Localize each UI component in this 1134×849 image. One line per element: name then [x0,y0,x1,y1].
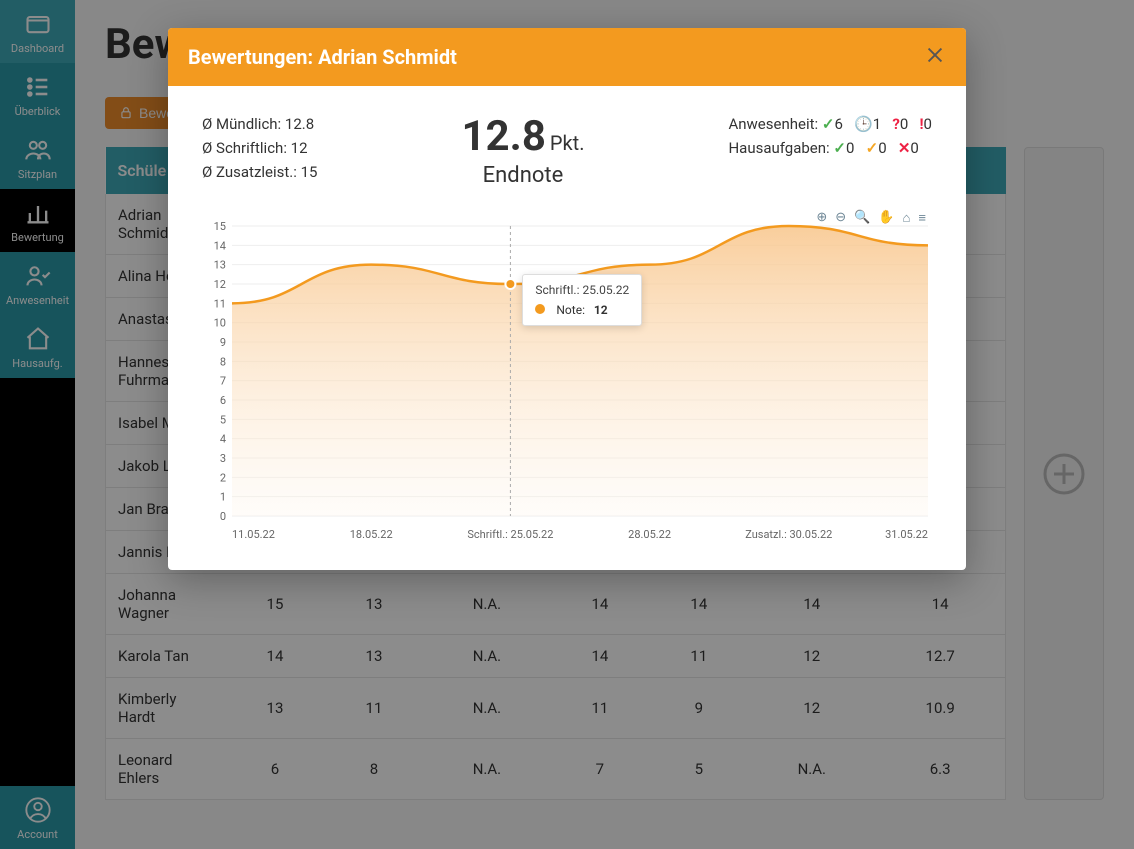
svg-text:11: 11 [214,297,226,310]
svg-text:13: 13 [214,259,226,272]
svg-text:14: 14 [214,239,226,252]
svg-text:1: 1 [220,491,226,504]
close-icon [924,44,946,66]
anwesenheit-label: Anwesenheit: [728,115,818,133]
menu-button[interactable]: ≡ [918,210,926,226]
hausaufgaben-label: Hausaufgaben: [728,139,829,157]
question-icon: ? [885,115,900,133]
modal-title: Bewertungen: Adrian Schmidt [188,45,457,69]
svg-text:7: 7 [220,375,226,388]
svg-text:4: 4 [220,433,226,446]
chart-toolbar: ⊕ ⊖ 🔍 ✋ ⌂ ≡ [816,210,926,226]
svg-text:28.05.22: 28.05.22 [628,528,671,541]
svg-text:10: 10 [214,317,226,330]
clock-icon: 🕒 [847,115,873,133]
chart-container: ⊕ ⊖ 🔍 ✋ ⌂ ≡ 0123 [202,206,932,550]
svg-text:11.05.22: 11.05.22 [232,528,275,541]
avg-schriftlich: Ø Schriftlich: 12 [202,136,317,160]
x-icon: ✕ [890,139,910,157]
svg-text:31.05.22: 31.05.22 [885,528,928,541]
avg-muendlich: Ø Mündlich: 12.8 [202,112,317,136]
avg-zusatz: Ø Zusatzleist.: 15 [202,160,317,184]
tooltip-dot [535,304,545,314]
svg-text:Zusatzl.: 30.05.22: Zusatzl.: 30.05.22 [745,528,832,541]
reset-button[interactable]: ⌂ [903,210,911,226]
zoom-out-button[interactable]: ⊖ [835,210,846,226]
svg-text:Schriftl.: 25.05.22: Schriftl.: 25.05.22 [467,528,553,541]
chart-svg[interactable]: 012345678910111213141511.05.2218.05.22Sc… [202,206,938,546]
pkt-label: Pkt. [550,131,585,155]
endnote-label: Endnote [461,163,584,188]
pan-button[interactable]: ✋ [878,210,894,226]
chart-tooltip: Schriftl.: 25.05.22 Note: 12 [522,274,642,326]
svg-text:9: 9 [220,336,226,349]
check-partial-icon: ✓ [858,139,878,157]
zoom-in-button[interactable]: ⊕ [816,210,827,226]
attendance-block: Anwesenheit: ✓6 🕒1 ?0 !0 Hausaufgaben: ✓… [728,112,932,160]
svg-text:6: 6 [220,394,226,407]
svg-text:18.05.22: 18.05.22 [350,528,393,541]
tooltip-label: Note: [556,303,585,317]
svg-text:3: 3 [220,452,226,465]
svg-text:12: 12 [214,278,226,291]
modal-overlay[interactable]: Bewertungen: Adrian Schmidt Ø Mündlich: … [0,0,1134,849]
tooltip-value: 12 [594,303,608,317]
final-grade-block: 12.8 Pkt. Endnote [461,112,584,188]
svg-text:2: 2 [220,471,226,484]
exclaim-icon: ! [912,115,924,133]
svg-text:15: 15 [214,220,226,233]
modal: Bewertungen: Adrian Schmidt Ø Mündlich: … [168,28,966,570]
close-button[interactable] [924,44,946,70]
averages-block: Ø Mündlich: 12.8 Ø Schriftlich: 12 Ø Zus… [202,112,317,184]
svg-text:8: 8 [220,355,226,368]
big-score: 12.8 [461,112,545,161]
check-icon: ✓ [833,139,846,157]
svg-text:5: 5 [220,413,226,426]
zoom-select-button[interactable]: 🔍 [854,210,870,226]
tooltip-title: Schriftl.: 25.05.22 [535,283,629,297]
svg-text:0: 0 [220,510,226,523]
modal-header: Bewertungen: Adrian Schmidt [168,28,966,86]
check-icon: ✓ [822,115,835,133]
